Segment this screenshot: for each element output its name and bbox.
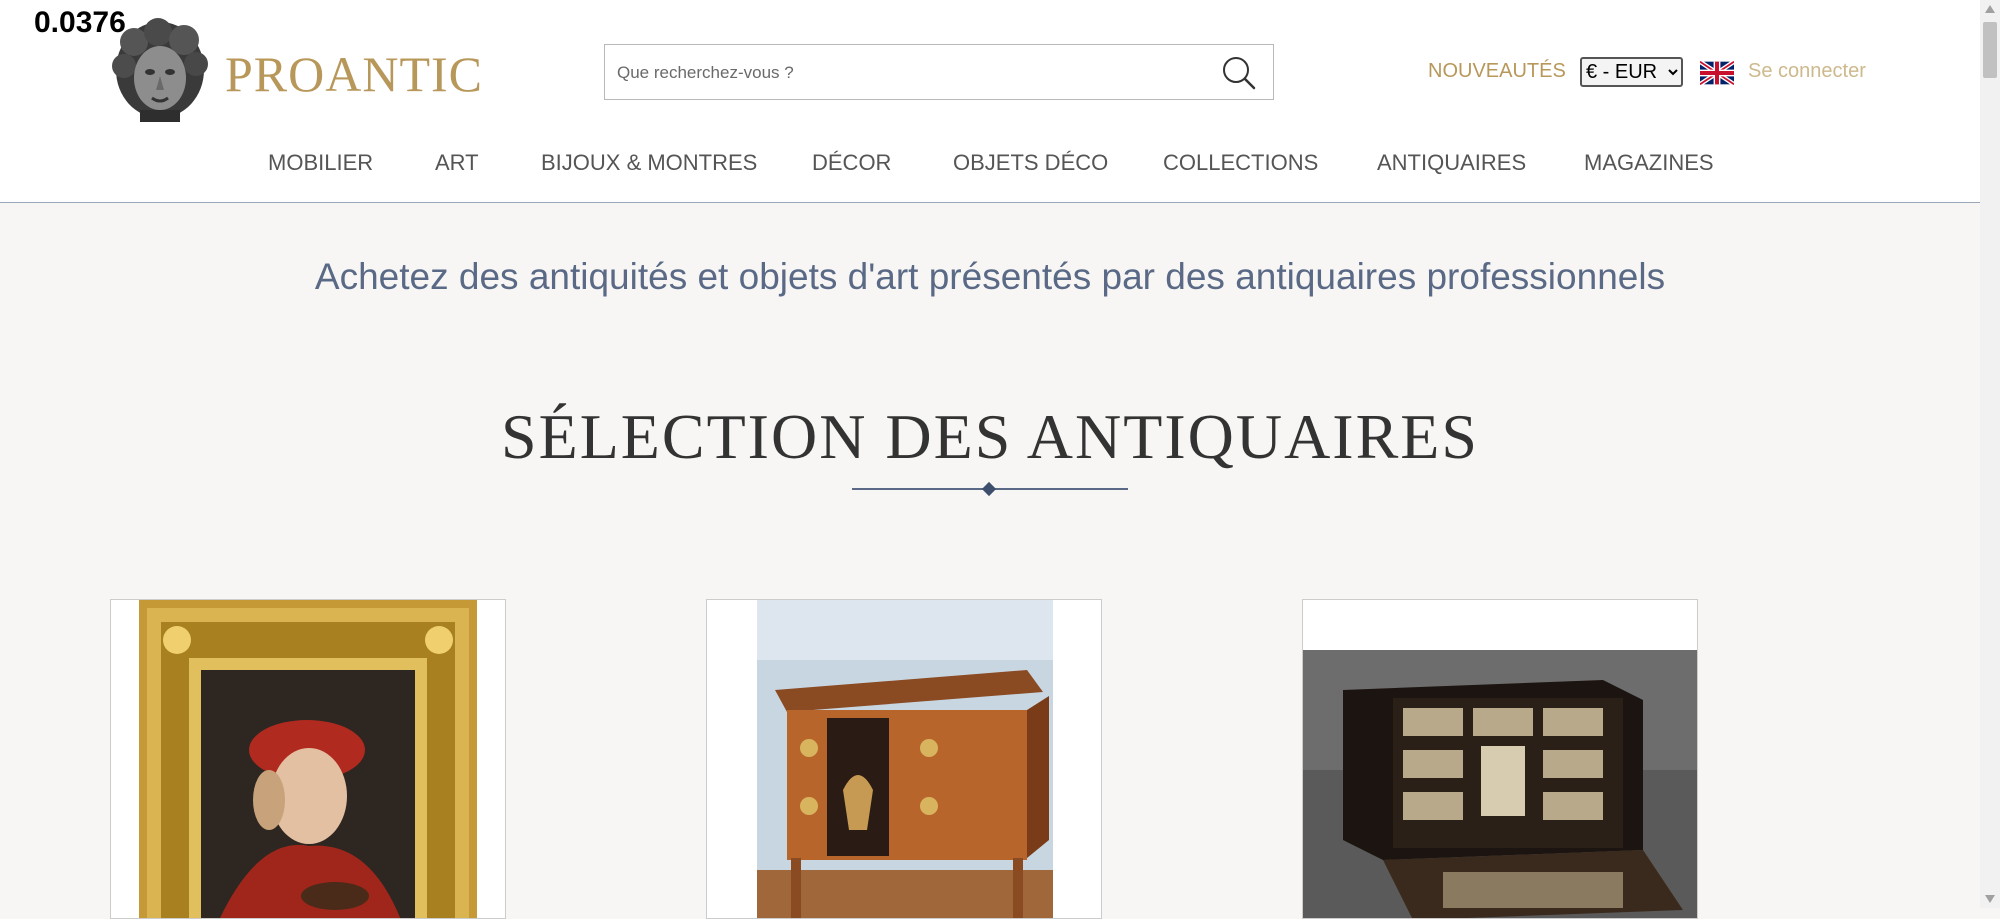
uk-flag-icon[interactable] (1700, 61, 1734, 85)
section-title: SÉLECTION DES ANTIQUAIRES (501, 401, 1479, 472)
product-card-cabinet[interactable] (1302, 599, 1698, 919)
divider-diamond-icon (981, 481, 997, 497)
site-header: PROANTIC NOUVEAUTÉS € - EUR Se connecter… (0, 0, 1980, 203)
nav-item-mobilier[interactable]: MOBILIER (268, 150, 373, 176)
scroll-down-icon[interactable] (1984, 894, 1996, 904)
nav-item-collections[interactable]: COLLECTIONS (1163, 150, 1318, 176)
cabinet-image (1303, 650, 1697, 918)
nav-item-magazines[interactable]: MAGAZINES (1584, 150, 1714, 176)
search-input[interactable] (615, 53, 1199, 93)
nav-item-art[interactable]: ART (435, 150, 479, 176)
brand-name[interactable]: PROANTIC (225, 45, 483, 103)
search-icon[interactable] (1219, 54, 1259, 92)
scroll-up-icon[interactable] (1984, 4, 1996, 14)
login-link[interactable]: Se connecter (1748, 60, 1866, 83)
scrollbar-thumb[interactable] (1983, 22, 1997, 78)
nav-item-decor[interactable]: DÉCOR (812, 150, 891, 176)
portrait-painting-image (139, 600, 477, 918)
search-box (604, 44, 1274, 100)
nav-item-antiquaires[interactable]: ANTIQUAIRES (1377, 150, 1526, 176)
nav-item-objets-deco[interactable]: OBJETS DÉCO (953, 150, 1108, 176)
page-scrollbar[interactable] (1980, 0, 2000, 908)
main-nav: MOBILIER ART BIJOUX & MONTRES DÉCOR OBJE… (0, 150, 1980, 180)
product-card-portrait[interactable] (110, 599, 506, 919)
currency-select[interactable]: € - EUR (1580, 57, 1683, 87)
commode-image (757, 600, 1053, 918)
nouveautes-link[interactable]: NOUVEAUTÉS (1428, 60, 1566, 83)
overlay-number: 0.0376 (34, 6, 126, 39)
product-card-commode[interactable] (706, 599, 1102, 919)
tagline: Achetez des antiquités et objets d'art p… (314, 256, 1666, 297)
nav-item-bijoux-montres[interactable]: BIJOUX & MONTRES (541, 150, 757, 176)
